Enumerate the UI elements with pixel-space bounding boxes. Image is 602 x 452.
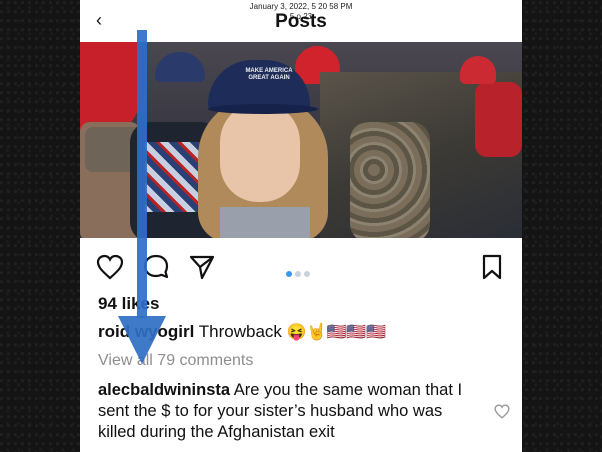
caption-text: Throwback	[198, 322, 282, 341]
action-bar	[80, 254, 522, 282]
red-hat-right	[460, 56, 496, 84]
woman-hat-brim	[208, 104, 318, 114]
heart-icon[interactable]	[96, 254, 124, 280]
post-photo[interactable]: MAKE AMERICA GREAT AGAIN	[80, 42, 522, 238]
woman-shirt	[220, 207, 310, 238]
carousel-dot-active	[286, 271, 292, 277]
woman-face	[220, 102, 300, 202]
comment-username[interactable]: alecbaldwininsta	[98, 381, 230, 399]
camo-jacket	[350, 122, 430, 238]
caption-emojis: 😝🤘🇺🇸🇺🇸🇺🇸	[286, 324, 387, 341]
carousel-dots	[286, 264, 313, 282]
hat-text: MAKE AMERICA GREAT AGAIN	[245, 68, 293, 81]
bookmark-icon[interactable]	[480, 254, 504, 280]
comment-item: alecbaldwininsta Are you the same woman …	[98, 380, 478, 443]
carousel-dot	[295, 271, 301, 277]
share-icon[interactable]	[188, 254, 216, 280]
phone-screen: January 3, 2022, 5 20 58 PM 5 o 23 ‹ Pos…	[80, 0, 522, 452]
caption-username[interactable]: roid wyogirl	[98, 322, 194, 341]
post-caption: roid wyogirl Throwback 😝🤘🇺🇸🇺🇸🇺🇸	[98, 322, 386, 342]
comment-like-heart-icon[interactable]	[494, 404, 510, 419]
red-jacket-right	[475, 82, 522, 157]
page-title: Posts	[275, 11, 327, 32]
view-all-comments-link[interactable]: View all 79 comments	[98, 352, 253, 370]
carousel-dot	[304, 271, 310, 277]
comment-icon[interactable]	[142, 254, 170, 280]
likes-count[interactable]: 94 likes	[98, 294, 159, 314]
